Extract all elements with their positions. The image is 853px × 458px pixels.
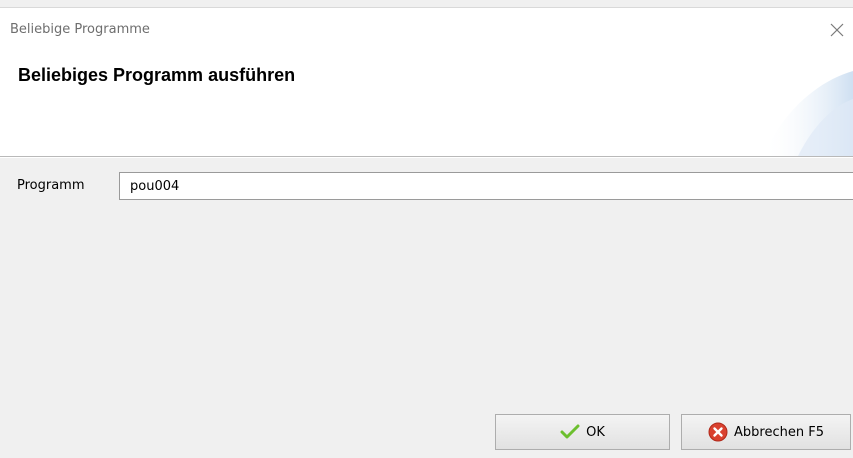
cancel-button-label: Abbrechen F5 xyxy=(734,424,824,440)
program-label: Programm xyxy=(17,178,85,193)
header-separator-highlight xyxy=(0,157,853,158)
title-bar: Beliebige Programme xyxy=(0,8,853,51)
dialog-window: Beliebige Programme Beliebiges Programm … xyxy=(0,0,853,458)
ok-button[interactable]: OK xyxy=(495,414,670,450)
close-icon[interactable] xyxy=(827,20,847,40)
cancel-button[interactable]: Abbrechen F5 xyxy=(681,414,851,450)
program-input[interactable] xyxy=(119,172,853,200)
checkmark-icon xyxy=(560,424,580,439)
header-title: Beliebiges Programm ausführen xyxy=(18,65,296,85)
header-swoosh-decoration xyxy=(763,71,853,156)
ok-button-label: OK xyxy=(586,424,605,440)
cancel-icon xyxy=(708,422,728,442)
dialog-header: Beliebiges Programm ausführen xyxy=(0,51,853,156)
window-title: Beliebige Programme xyxy=(10,22,150,37)
